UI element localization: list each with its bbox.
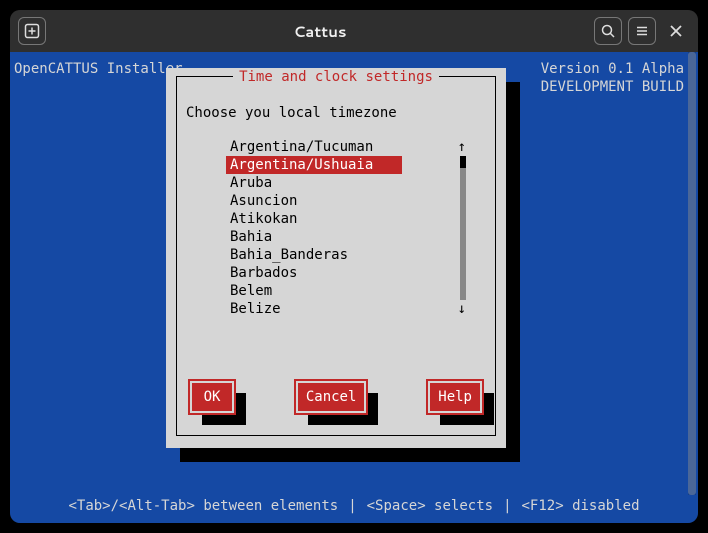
dialog-prompt: Choose you local timezone — [186, 104, 397, 122]
search-icon — [600, 23, 616, 39]
list-scrollbar[interactable] — [460, 156, 466, 300]
installer-version: Version 0.1 Alpha DEVELOPMENT BUILD — [541, 60, 684, 96]
window-title: Cattus — [46, 21, 594, 42]
version-line: Version 0.1 Alpha — [541, 60, 684, 78]
list-scrollbar-thumb[interactable] — [460, 156, 466, 168]
new-tab-icon — [24, 23, 40, 39]
list-item[interactable]: Belem — [226, 282, 454, 300]
new-tab-button[interactable] — [18, 17, 46, 45]
list-item[interactable]: Belize — [226, 300, 454, 318]
dialog-title-wrap: Time and clock settings — [166, 68, 506, 86]
close-icon — [669, 24, 683, 38]
installer-name: OpenCATTUS Installer — [14, 60, 183, 78]
help-button[interactable]: Help — [428, 381, 482, 413]
list-item[interactable]: Argentina/Tucuman — [226, 138, 454, 156]
hint-f12: <F12> disabled — [522, 497, 640, 515]
list-item[interactable]: Aruba — [226, 174, 454, 192]
terminal-scrollbar-thumb[interactable] — [688, 52, 696, 495]
ok-button[interactable]: OK — [190, 381, 234, 413]
build-line: DEVELOPMENT BUILD — [541, 78, 684, 96]
list-item[interactable]: Barbados — [226, 264, 454, 282]
dialog-title: Time and clock settings — [233, 69, 439, 85]
hint-space: <Space> selects — [367, 497, 493, 515]
hint-sep: | — [348, 497, 356, 515]
terminal-area: OpenCATTUS Installer Version 0.1 Alpha D… — [10, 52, 698, 523]
list-arrows: ↑ ↓ — [458, 138, 466, 156]
timezone-dialog: Time and clock settings Choose you local… — [166, 68, 506, 448]
arrow-down-icon[interactable]: ↓ — [458, 300, 466, 318]
menu-button[interactable] — [628, 17, 656, 45]
cancel-button[interactable]: Cancel — [296, 381, 367, 413]
dialog-buttons: OK Cancel Help — [190, 381, 482, 413]
list-item[interactable]: Bahia_Banderas — [226, 246, 454, 264]
hamburger-icon — [634, 23, 650, 39]
close-window-button[interactable] — [662, 17, 690, 45]
list-item[interactable]: Atikokan — [226, 210, 454, 228]
list-item-selected[interactable]: Argentina/Ushuaia — [226, 156, 402, 174]
list-item[interactable]: Bahia — [226, 228, 454, 246]
titlebar: Cattus — [10, 10, 698, 52]
hint-tab: <Tab>/<Alt-Tab> between elements — [68, 497, 338, 515]
footer-hints: <Tab>/<Alt-Tab> between elements | <Spac… — [24, 497, 684, 515]
hint-sep: | — [503, 497, 511, 515]
app-window: Cattus — [10, 10, 698, 523]
search-button[interactable] — [594, 17, 622, 45]
timezone-list[interactable]: Argentina/Tucuman Argentina/Ushuaia Arub… — [226, 138, 454, 310]
list-item[interactable]: Asuncion — [226, 192, 454, 210]
terminal-scrollbar[interactable] — [688, 52, 696, 495]
arrow-up-icon[interactable]: ↑ — [458, 138, 466, 156]
